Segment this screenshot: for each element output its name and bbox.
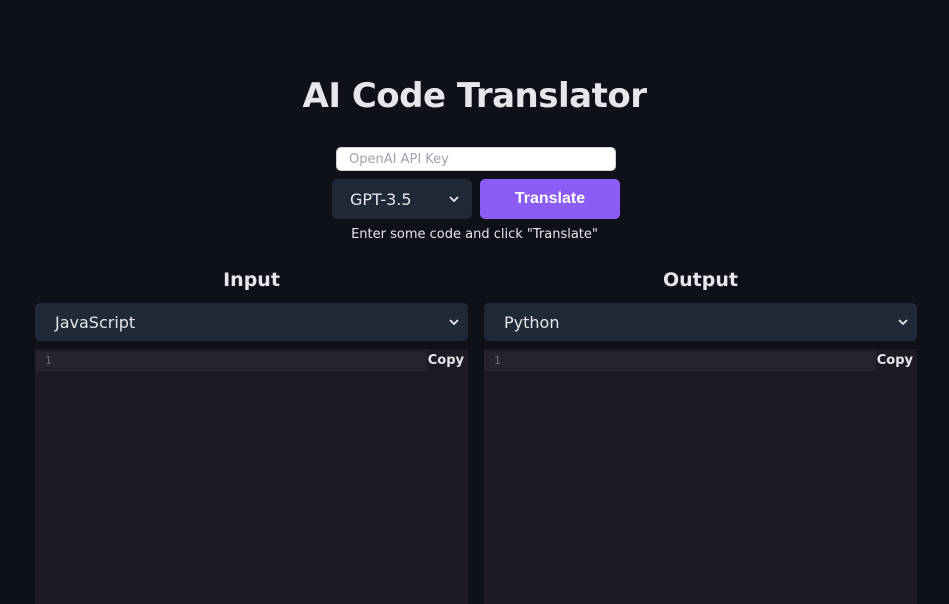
input-copy-button[interactable]: Copy bbox=[428, 353, 464, 368]
output-title: Output bbox=[663, 269, 738, 291]
output-language-value: Python bbox=[504, 312, 560, 332]
model-select-value: GPT-3.5 bbox=[350, 189, 412, 209]
active-line-highlight bbox=[484, 351, 876, 371]
output-code-editor[interactable]: 1 Copy bbox=[484, 349, 917, 604]
chevron-down-icon bbox=[449, 319, 459, 326]
output-copy-button[interactable]: Copy bbox=[877, 353, 913, 368]
api-key-input[interactable] bbox=[336, 147, 616, 171]
app-root: AI Code Translator GPT-3.5 Translate Ent… bbox=[0, 0, 949, 604]
hint-text: Enter some code and click "Translate" bbox=[351, 227, 598, 242]
input-language-value: JavaScript bbox=[55, 312, 136, 332]
input-language-select[interactable]: JavaScript bbox=[35, 303, 468, 341]
line-number: 1 bbox=[494, 354, 501, 367]
active-line-highlight bbox=[35, 351, 427, 371]
chevron-down-icon bbox=[449, 196, 459, 203]
model-select[interactable]: GPT-3.5 bbox=[332, 179, 472, 219]
input-code-editor[interactable]: 1 Copy bbox=[35, 349, 468, 604]
chevron-down-icon bbox=[898, 319, 908, 326]
translate-button[interactable]: Translate bbox=[480, 179, 620, 219]
output-language-select[interactable]: Python bbox=[484, 303, 917, 341]
input-title: Input bbox=[223, 269, 280, 291]
line-number: 1 bbox=[45, 354, 52, 367]
page-title: AI Code Translator bbox=[302, 76, 647, 116]
